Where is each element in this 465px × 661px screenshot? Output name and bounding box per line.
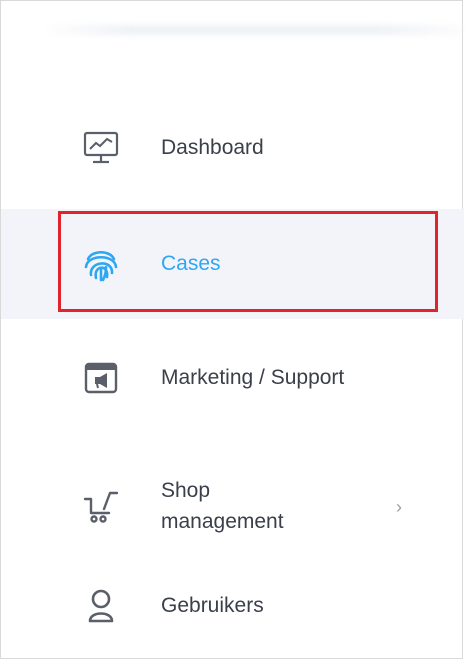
sidebar: Dashboard Cases Marketing / Support Shop…	[0, 0, 465, 659]
chevron-right-icon[interactable]: ›	[396, 497, 402, 518]
user-icon	[81, 586, 121, 626]
dashboard-monitor-icon	[81, 128, 121, 168]
megaphone-window-icon	[81, 358, 121, 398]
sidebar-item-label: Marketing / Support	[161, 366, 345, 389]
shop-label-line1: Shop	[161, 479, 211, 502]
shop-label-line2: management	[161, 510, 284, 533]
header-shadow	[41, 25, 465, 35]
sidebar-item-label: Gebruikers	[161, 594, 264, 617]
sidebar-item-cases[interactable]: Cases	[1, 209, 464, 319]
sidebar-item-shop-management[interactable]: Shop management ›	[1, 456, 464, 556]
sidebar-item-dashboard[interactable]: Dashboard	[1, 123, 464, 173]
sidebar-item-gebruikers[interactable]: Gebruikers	[1, 581, 464, 631]
sidebar-item-label: Shop management	[161, 475, 284, 537]
sidebar-item-marketing-support[interactable]: Marketing / Support	[1, 353, 464, 403]
sidebar-item-label: Dashboard	[161, 136, 264, 159]
fingerprint-icon	[81, 244, 121, 284]
shopping-cart-icon	[81, 486, 121, 526]
sidebar-item-label: Cases	[161, 252, 221, 275]
